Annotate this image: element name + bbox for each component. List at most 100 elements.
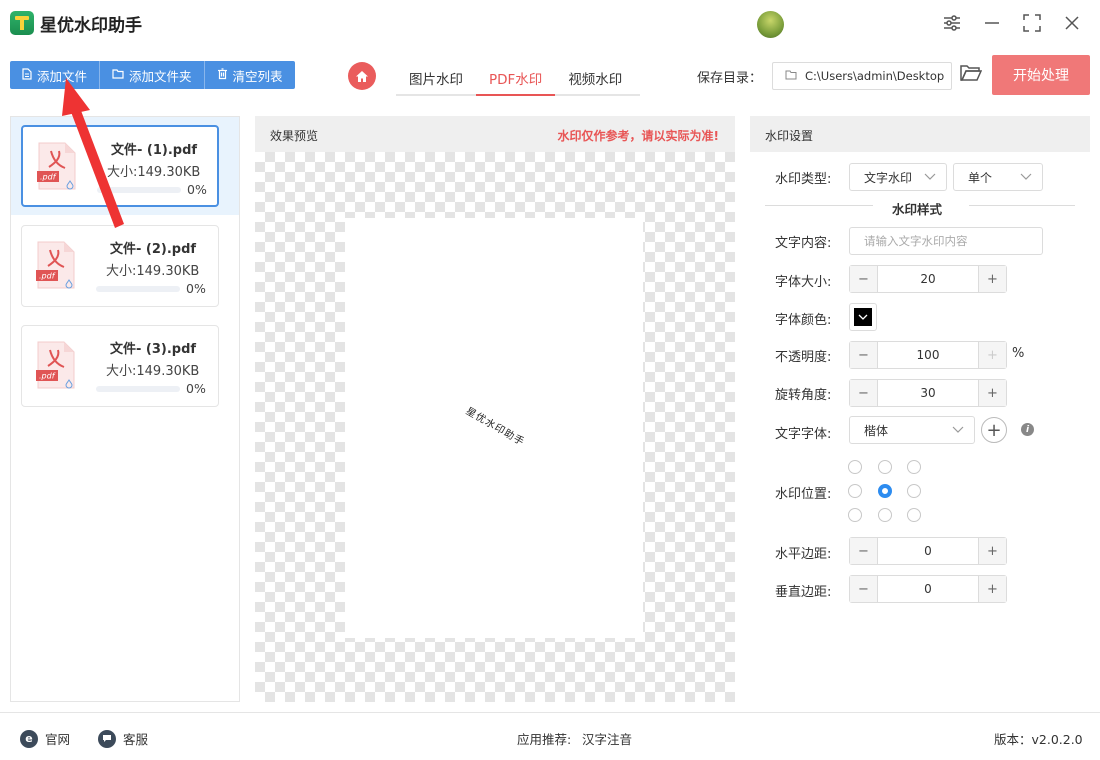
app-title: 星优水印助手 [40, 16, 142, 36]
info-icon[interactable]: i [1021, 423, 1034, 436]
title-bar: 星优水印助手 [0, 0, 1100, 46]
clear-list-button[interactable]: 清空列表 [205, 61, 295, 89]
file-progress-percent: 0% [187, 182, 207, 197]
add-file-button[interactable]: 添加文件 [10, 61, 101, 89]
rotation-value[interactable]: 30 [878, 380, 978, 406]
preview-header: 效果预览 水印仅作参考，请以实际为准! [255, 116, 735, 152]
app-logo [10, 11, 34, 35]
color-swatch [854, 308, 872, 326]
position-bottom-left-radio[interactable] [848, 508, 862, 522]
watermark-preview-text: 星优水印助手 [463, 405, 527, 449]
increment-button[interactable]: + [978, 266, 1006, 292]
horizontal-margin-value[interactable]: 0 [878, 538, 978, 564]
increment-button[interactable]: + [978, 576, 1006, 602]
preview-panel: 效果预览 水印仅作参考，请以实际为准! 星优水印助手 [255, 116, 735, 702]
close-icon[interactable] [1058, 9, 1086, 37]
position-label: 水印位置: [775, 487, 832, 502]
file-item[interactable]: .pdf 文件- (3).pdf 大小:149.30KB 0% [21, 325, 219, 407]
watermark-type-select[interactable]: 文字水印 [849, 163, 947, 191]
decrement-button[interactable]: − [850, 576, 878, 602]
decrement-button[interactable]: − [850, 380, 878, 406]
tab-pdf-watermark[interactable]: PDF水印 [476, 62, 556, 96]
file-progress-percent: 0% [186, 381, 206, 396]
save-path-value: C:\Users\admin\Desktop [805, 69, 945, 83]
watermark-style-heading: 水印样式 [892, 202, 943, 217]
position-middle-right-radio[interactable] [907, 484, 921, 498]
decrement-button[interactable]: − [850, 538, 878, 564]
font-size-label: 字体大小: [775, 275, 832, 290]
add-font-icon[interactable]: + [981, 417, 1007, 443]
recommend-label: 应用推荐: [517, 732, 572, 747]
start-processing-button[interactable]: 开始处理 [992, 55, 1090, 95]
preview-title: 效果预览 [270, 129, 319, 143]
settings-title: 水印设置 [765, 129, 814, 143]
font-color-picker[interactable] [849, 303, 877, 331]
horizontal-margin-label: 水平边距: [775, 547, 832, 562]
support-link[interactable]: 客服 [98, 729, 148, 748]
font-family-select[interactable]: 楷体 [849, 416, 975, 444]
svg-text:.pdf: .pdf [39, 372, 56, 381]
minimize-icon[interactable] [978, 9, 1006, 37]
save-path-field[interactable]: C:\Users\admin\Desktop [772, 62, 952, 90]
file-item[interactable]: .pdf 文件- (2).pdf 大小:149.30KB 0% [21, 225, 219, 307]
increment-button[interactable]: + [978, 342, 1006, 368]
font-family-label: 文字字体: [775, 427, 832, 442]
chevron-down-icon [1020, 169, 1032, 186]
chevron-down-icon [952, 422, 964, 439]
position-center-radio[interactable] [878, 484, 892, 498]
user-name [787, 16, 927, 32]
increment-button[interactable]: + [978, 380, 1006, 406]
position-top-right-radio[interactable] [907, 460, 921, 474]
home-button[interactable] [348, 62, 376, 90]
tab-video-watermark[interactable]: 视频水印 [555, 62, 635, 94]
decrement-button[interactable]: − [850, 266, 878, 292]
file-item[interactable]: .pdf 文件- (1).pdf 大小:149.30KB 0% [21, 125, 219, 207]
save-directory-label: 保存目录： [697, 71, 763, 86]
watermark-mode-select[interactable]: 单个 [953, 163, 1043, 191]
watermark-type-label: 水印类型: [775, 172, 832, 187]
position-bottom-right-radio[interactable] [907, 508, 921, 522]
maximize-icon[interactable] [1018, 9, 1046, 37]
position-bottom-center-radio[interactable] [878, 508, 892, 522]
add-file-label: 添加文件 [37, 68, 88, 84]
add-folder-button[interactable]: 添加文件夹 [100, 61, 205, 89]
vertical-margin-value[interactable]: 0 [878, 576, 978, 602]
font-color-label: 字体颜色: [775, 313, 832, 328]
text-content-label: 文字内容: [775, 236, 832, 251]
trash-icon [217, 67, 228, 83]
tab-image-watermark[interactable]: 图片水印 [396, 62, 476, 94]
position-middle-left-radio[interactable] [848, 484, 862, 498]
opacity-label: 不透明度: [775, 350, 832, 365]
divider [765, 205, 873, 206]
chevron-down-icon [858, 314, 868, 320]
file-size: 大小:149.30KB [107, 165, 201, 180]
preview-note: 水印仅作参考，请以实际为准! [557, 129, 719, 143]
opacity-value[interactable]: 100 [878, 342, 978, 368]
open-folder-icon[interactable] [960, 64, 984, 88]
version-text: 版本：v2.0.2.0 [994, 732, 1083, 747]
website-link[interactable]: e 官网 [20, 729, 70, 748]
chevron-down-icon [924, 169, 936, 186]
font-size-value[interactable]: 20 [878, 266, 978, 292]
recommend-app-link[interactable]: 汉字注音 [582, 729, 632, 748]
file-list-panel: .pdf 文件- (1).pdf 大小:149.30KB 0% .pdf 文件-… [10, 116, 240, 702]
file-progress-bar [96, 386, 180, 392]
preview-canvas: 星优水印助手 [255, 152, 735, 702]
pdf-file-icon: .pdf [36, 241, 75, 289]
browser-icon: e [20, 729, 38, 748]
pdf-file-icon: .pdf [36, 341, 75, 389]
chat-icon [98, 729, 116, 748]
decrement-button[interactable]: − [850, 342, 878, 368]
horizontal-margin-stepper: − 0 + [849, 537, 1007, 565]
file-name: 文件- (2).pdf [110, 242, 197, 257]
position-top-left-radio[interactable] [848, 460, 862, 474]
watermark-settings-panel: 水印设置 水印类型: 文字水印 单个 水印样式 文字内容: 请输入文字水印内容 … [750, 116, 1090, 702]
file-size: 大小:149.30KB [106, 364, 200, 379]
increment-button[interactable]: + [978, 538, 1006, 564]
text-content-input[interactable]: 请输入文字水印内容 [849, 227, 1043, 255]
vertical-margin-label: 垂直边距: [775, 585, 832, 600]
position-top-center-radio[interactable] [878, 460, 892, 474]
avatar[interactable] [757, 11, 784, 38]
opacity-stepper: − 100 + [849, 341, 1007, 369]
sliders-icon[interactable] [938, 9, 966, 37]
